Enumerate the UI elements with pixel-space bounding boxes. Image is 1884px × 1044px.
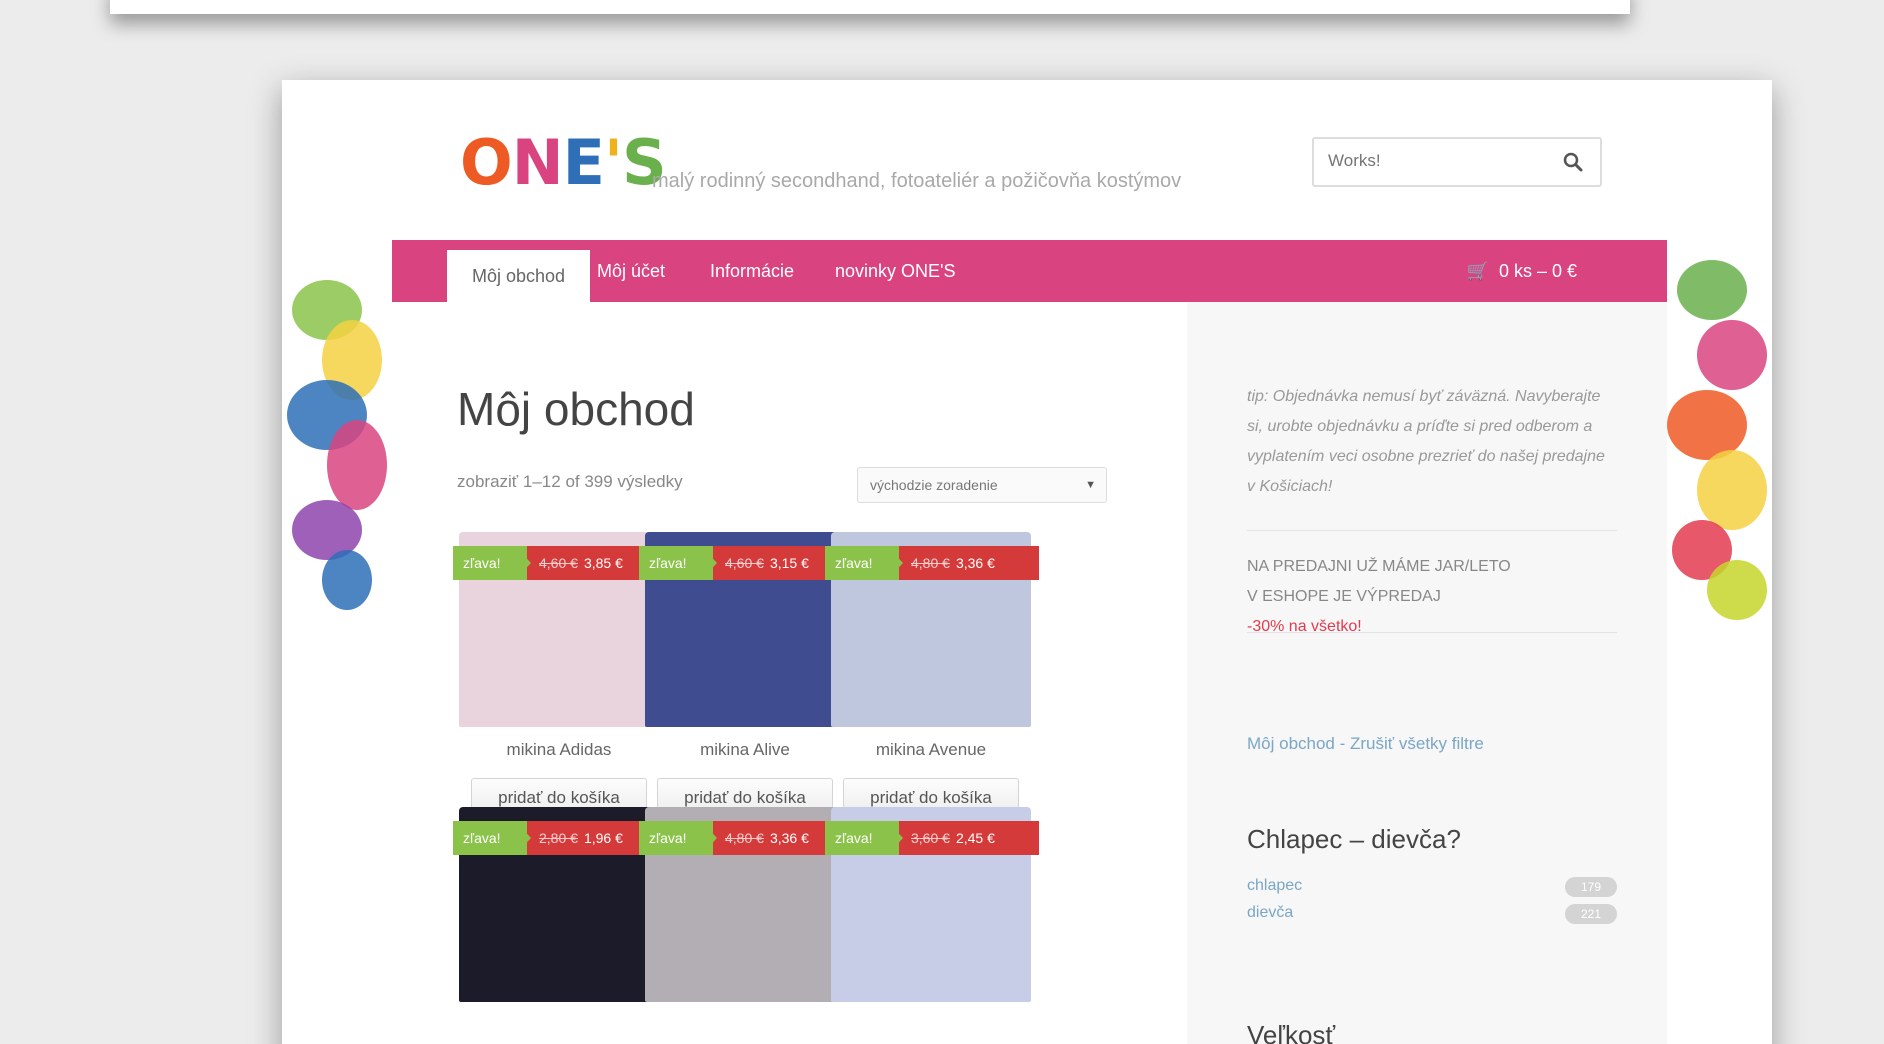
cart-link[interactable]: 🛒 0 ks – 0 € (1467, 240, 1577, 302)
sale-badge: zľava! (639, 546, 713, 580)
logo-letter: O (460, 126, 513, 199)
sale-badge: zľava! (639, 821, 713, 855)
old-price: 4,60 € (539, 555, 578, 571)
divider (1247, 530, 1617, 531)
sale-badge: zľava! (825, 546, 899, 580)
tab-information[interactable]: Informácie (710, 240, 794, 302)
old-price: 2,80 € (539, 830, 578, 846)
sort-select[interactable]: východzie zoradenie ▼ (857, 467, 1107, 503)
cart-summary: 0 ks – 0 € (1498, 261, 1577, 281)
main-navigation: Môj obchod Môj účet Informácie novinky O… (392, 240, 1667, 302)
logo-letter: N (511, 126, 564, 199)
filter-count-badge: 221 (1565, 904, 1617, 924)
product-name[interactable]: mikina Avenue (831, 740, 1031, 760)
gender-filter-title: Chlapec – dievča? (1247, 824, 1461, 854)
sale-notice: NA PREDAJNI UŽ MÁME JAR/LETO V ESHOPE JE… (1247, 552, 1617, 642)
ones-logo[interactable]: ONE'S (460, 126, 667, 199)
divider (1247, 632, 1617, 633)
old-price: 4,80 € (725, 830, 764, 846)
clear-filters-link[interactable]: Môj obchod - Zrušiť všetky filtre (1247, 734, 1484, 754)
product-name[interactable]: mikina Alive (645, 740, 845, 760)
browser-page: ONE'S malý rodinný secondhand, fotoateli… (282, 80, 1772, 1044)
sale-price: 2,45 € (955, 830, 995, 846)
sale-price: 3,36 € (955, 555, 995, 571)
logo-letter: E (562, 126, 605, 199)
sale-price: 3,36 € (769, 830, 809, 846)
old-price: 3,60 € (911, 830, 950, 846)
filter-item-label: dievča (1247, 904, 1294, 921)
sale-price: 1,96 € (583, 830, 623, 846)
price-badge: 3,60 € 2,45 € (887, 821, 1039, 855)
sale-badge: zľava! (825, 821, 899, 855)
sale-price: 3,15 € (769, 555, 809, 571)
filter-item-label: chlapec (1247, 877, 1303, 894)
sort-selected-value: východzie zoradenie (870, 477, 998, 493)
page-title: Môj obchod (457, 383, 695, 435)
search-input[interactable] (1328, 139, 1548, 183)
shop-main: Môj obchod zobraziť 1–12 of 399 výsledky… (392, 302, 1187, 1044)
notice-sale: -30% na všetko! (1247, 618, 1362, 635)
notice-line-2: V ESHOPE JE VÝPREDAJ (1247, 588, 1441, 605)
search-icon[interactable] (1562, 151, 1584, 173)
sale-price: 3,85 € (583, 555, 623, 571)
paint-splash-left (282, 260, 392, 620)
old-price: 4,80 € (911, 555, 950, 571)
sale-badge: zľava! (453, 821, 527, 855)
background-window-edge (110, 0, 1630, 14)
tab-my-account[interactable]: Môj účet (597, 240, 665, 302)
sale-badge: zľava! (453, 546, 527, 580)
filter-count-badge: 179 (1565, 877, 1617, 897)
notice-line-1: NA PREDAJNI UŽ MÁME JAR/LETO (1247, 558, 1511, 575)
filter-item-boy[interactable]: chlapec 179 (1247, 877, 1617, 897)
logo-letter: ' (603, 126, 623, 199)
tip-text: tip: Objednávka nemusí byť záväzná. Navy… (1247, 388, 1605, 495)
tab-my-shop[interactable]: Môj obchod (447, 250, 591, 302)
chevron-down-icon: ▼ (1085, 479, 1096, 491)
filter-item-girl[interactable]: dievča 221 (1247, 904, 1617, 924)
price-badge: 4,80 € 3,36 € (887, 546, 1039, 580)
size-filter-title: Veľkosť (1247, 1020, 1336, 1044)
result-count: zobraziť 1–12 of 399 výsledky (457, 472, 683, 491)
sidebar: tip: Objednávka nemusí byť záväzná. Navy… (1187, 302, 1667, 1044)
product-name[interactable]: mikina Adidas (459, 740, 659, 760)
search-box[interactable] (1312, 137, 1602, 187)
tab-ones-news[interactable]: novinky ONE'S (835, 240, 955, 302)
paint-splash-right (1667, 250, 1772, 630)
old-price: 4,60 € (725, 555, 764, 571)
cart-icon: 🛒 (1466, 261, 1489, 281)
site-tagline: malý rodinný secondhand, fotoateliér a p… (652, 170, 1182, 192)
